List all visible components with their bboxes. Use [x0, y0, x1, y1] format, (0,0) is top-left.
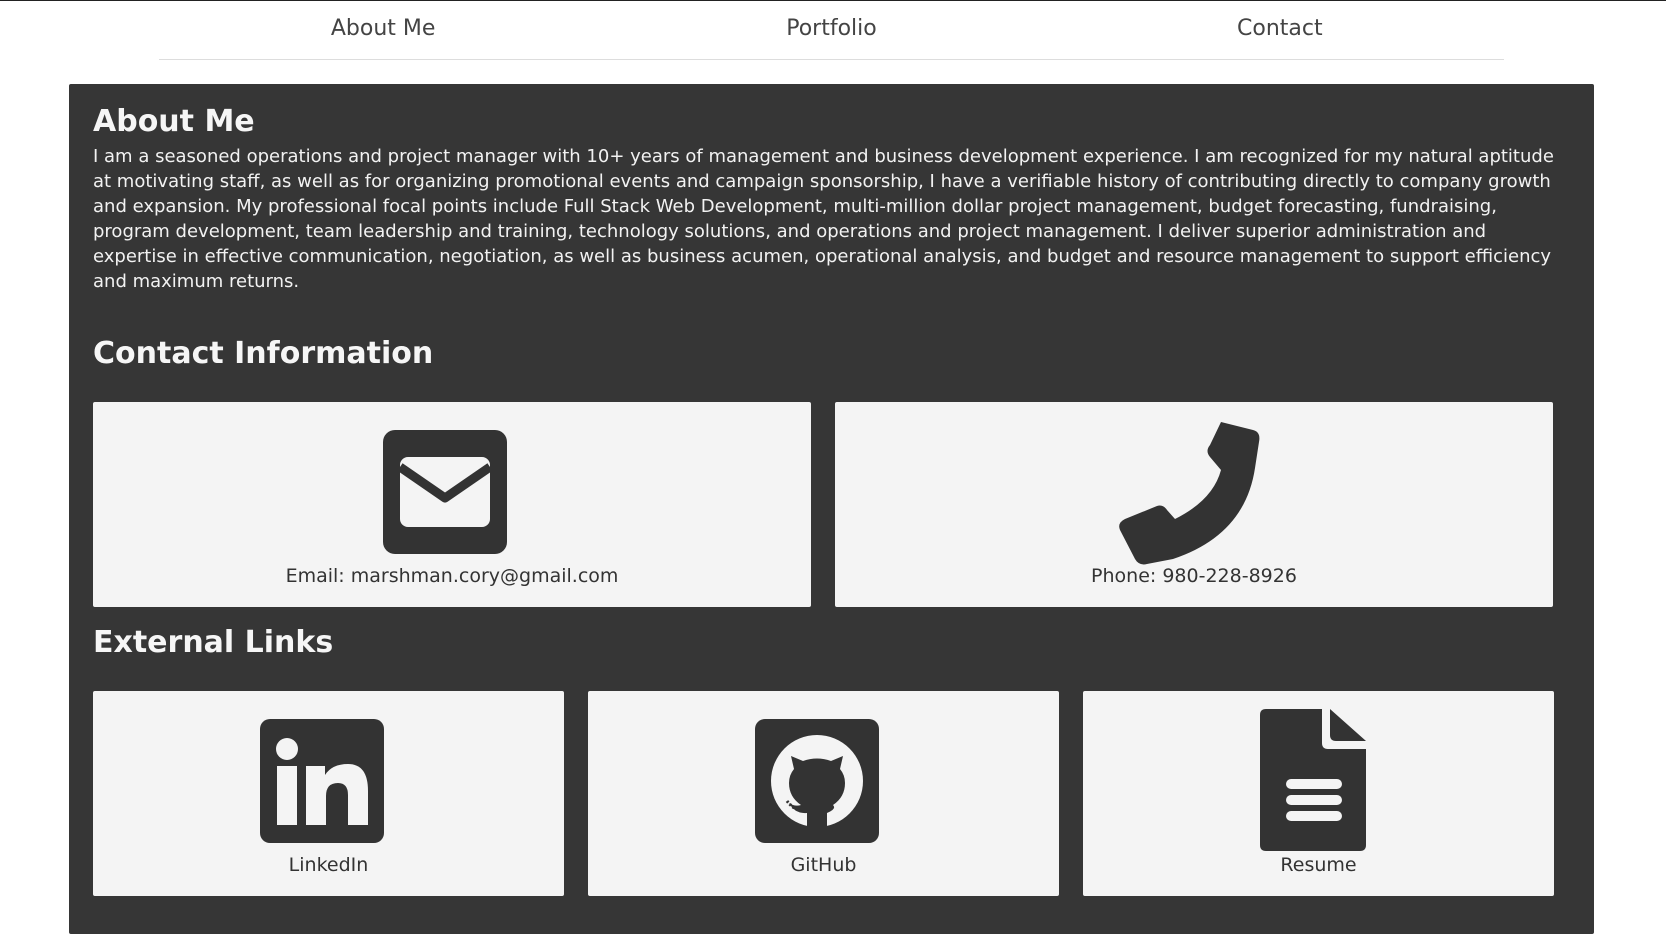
nav-contact[interactable]: Contact — [1056, 1, 1504, 59]
linkedin-card[interactable]: LinkedIn — [93, 691, 564, 896]
resume-card[interactable]: Resume — [1083, 691, 1554, 896]
about-title: About Me — [93, 104, 255, 139]
github-icon — [755, 719, 879, 843]
github-link[interactable]: GitHub — [588, 854, 1059, 876]
nav-portfolio[interactable]: Portfolio — [607, 1, 1055, 59]
content-panel: About Me I am a seasoned operations and … — [69, 84, 1594, 934]
email-link[interactable]: Email: marshman.cory@gmail.com — [93, 565, 811, 587]
github-card[interactable]: GitHub — [588, 691, 1059, 896]
phone-label: Phone: 980-228-8926 — [1091, 565, 1297, 587]
linkedin-link[interactable]: LinkedIn — [93, 854, 564, 876]
phone-card[interactable]: Phone: 980-228-8926 — [835, 402, 1553, 607]
links-title: External Links — [93, 625, 334, 660]
top-nav: About Me Portfolio Contact — [159, 1, 1504, 60]
resume-link[interactable]: Resume — [1083, 854, 1554, 876]
email-card[interactable]: Email: marshman.cory@gmail.com — [93, 402, 811, 607]
phone-icon — [1119, 422, 1260, 565]
file-document-icon — [1260, 709, 1366, 851]
linkedin-icon — [260, 719, 384, 843]
about-text: I am a seasoned operations and project m… — [93, 146, 1554, 292]
envelope-square-icon — [383, 430, 507, 554]
contact-title: Contact Information — [93, 336, 434, 371]
nav-about-me[interactable]: About Me — [159, 1, 607, 59]
